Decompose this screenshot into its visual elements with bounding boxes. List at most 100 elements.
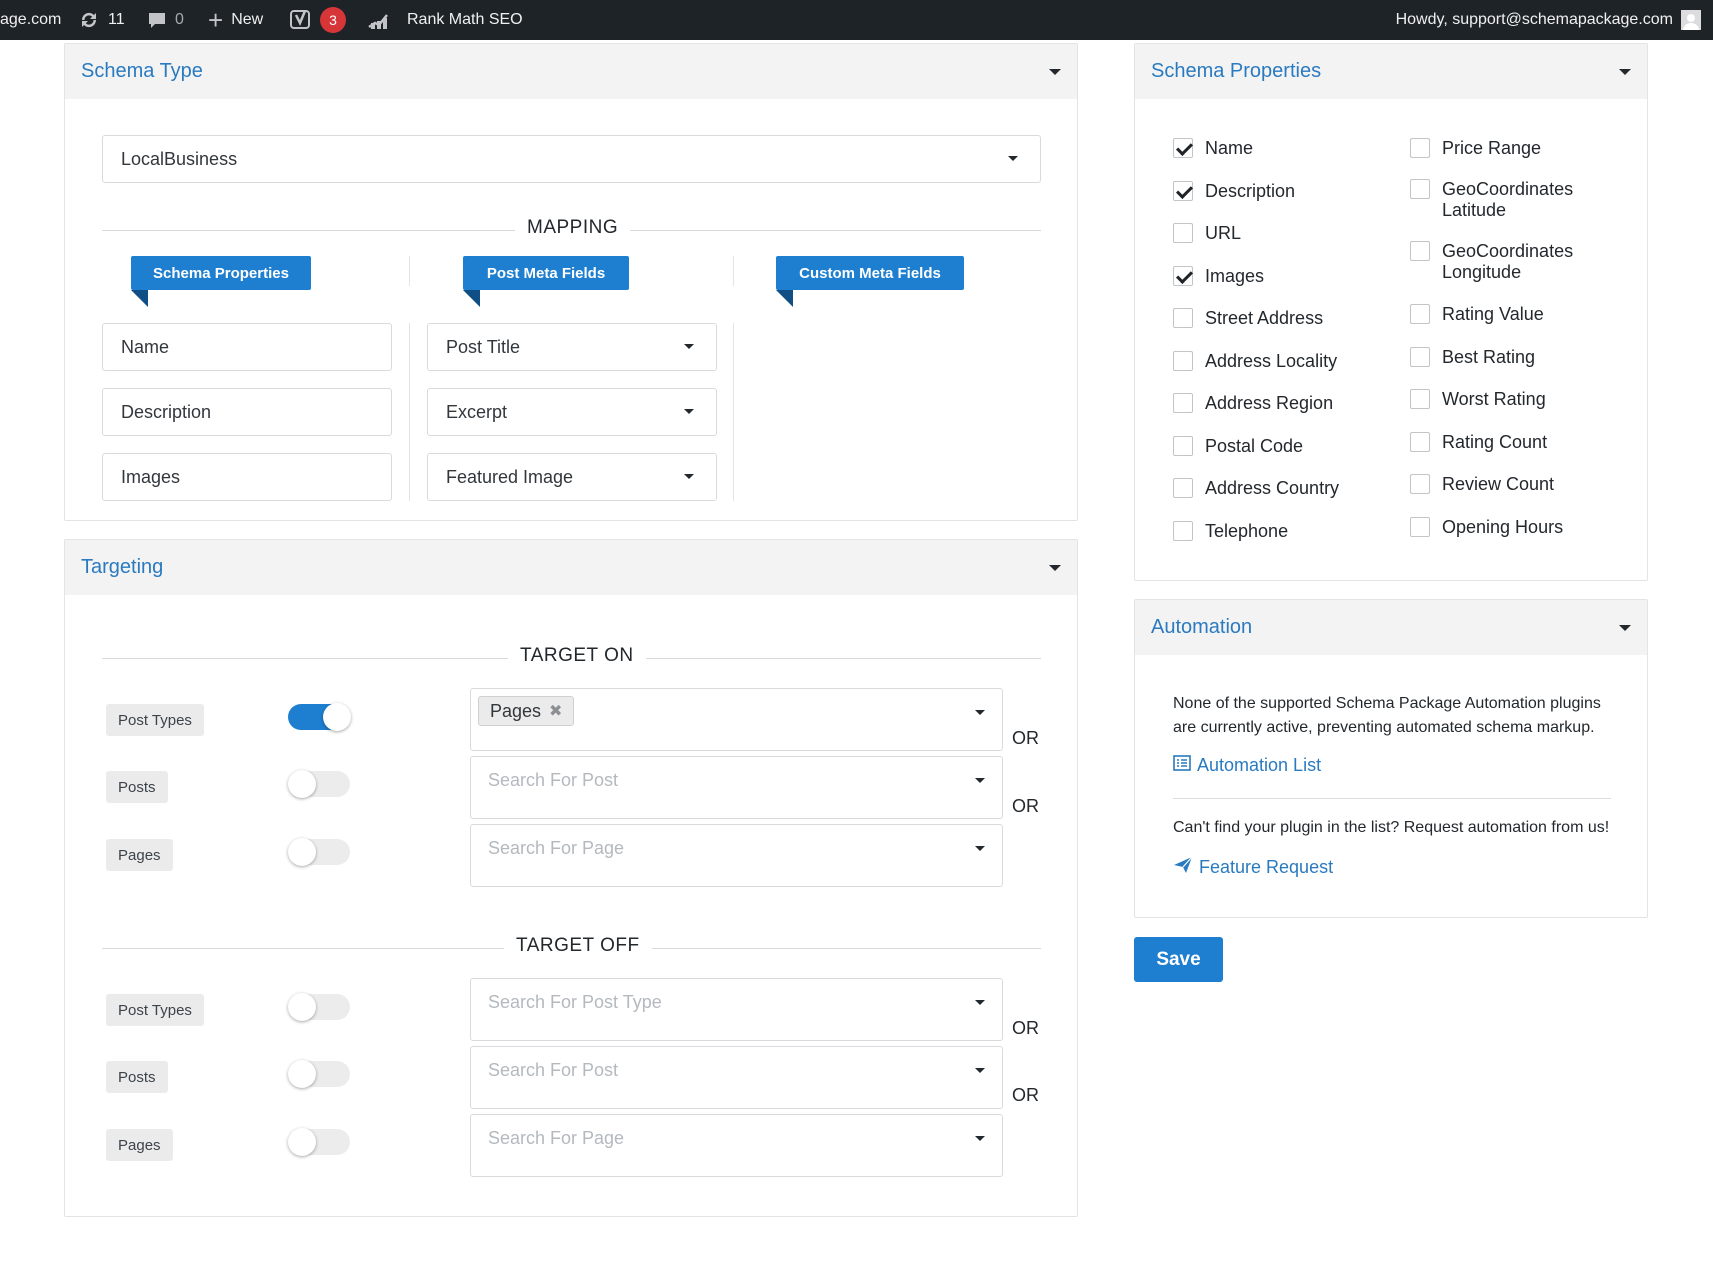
column-divider [733, 256, 734, 286]
or-label: OR [1012, 796, 1039, 816]
property-checkbox-name[interactable]: Name [1173, 138, 1253, 159]
checkbox-label: Review Count [1442, 474, 1555, 494]
comments-link[interactable]: 0 [147, 0, 184, 40]
collapse-caret-icon[interactable] [1619, 68, 1631, 75]
remove-chip-icon[interactable]: ✖ [549, 701, 562, 721]
site-name-link[interactable]: age.com [0, 0, 61, 40]
checkbox[interactable] [1173, 138, 1193, 158]
property-checkbox-geo-latitude[interactable]: GeoCoordinates Latitude [1410, 179, 1590, 221]
target-off-pages-toggle[interactable] [288, 1128, 350, 1156]
account-menu[interactable]: Howdy, support@schemapackage.com [1396, 0, 1701, 40]
schema-properties-header[interactable]: Schema Properties [1135, 44, 1647, 99]
new-content-link[interactable]: + New [208, 0, 263, 40]
placeholder-text: Search For Post [488, 770, 619, 790]
property-checkbox-rating-count[interactable]: Rating Count [1410, 432, 1547, 453]
chevron-down-icon [975, 710, 985, 715]
target-on-post-types-select[interactable]: Pages ✖ [470, 688, 1003, 751]
yoast-icon [290, 9, 312, 31]
checkbox[interactable] [1410, 347, 1430, 367]
property-checkbox-telephone[interactable]: Telephone [1173, 521, 1288, 542]
meta-select-description[interactable]: Excerpt [427, 388, 717, 436]
checkbox[interactable] [1410, 138, 1430, 158]
checkbox[interactable] [1410, 474, 1430, 494]
checkbox-label: Worst Rating [1442, 389, 1546, 409]
target-on-post-types-toggle[interactable] [288, 703, 351, 731]
collapse-caret-icon[interactable] [1619, 624, 1631, 631]
target-off-post-types-select[interactable]: Search For Post Type [470, 978, 1003, 1041]
updates-link[interactable]: 11 [78, 0, 125, 40]
checkbox[interactable] [1173, 266, 1193, 286]
chevron-down-icon [975, 1000, 985, 1005]
property-checkbox-geo-longitude[interactable]: GeoCoordinates Longitude [1410, 241, 1590, 283]
schema-type-select[interactable]: LocalBusiness [102, 135, 1041, 183]
target-off-pages-select[interactable]: Search For Page [470, 1114, 1003, 1177]
automation-title: Automation [1151, 616, 1253, 638]
target-on-pages-toggle[interactable] [288, 838, 350, 866]
targeting-header[interactable]: Targeting [65, 540, 1077, 595]
property-checkbox-rating-value[interactable]: Rating Value [1410, 304, 1544, 325]
property-field-description: Description [102, 388, 392, 436]
property-checkbox-images[interactable]: Images [1173, 266, 1264, 287]
target-off-post-types-toggle[interactable] [288, 993, 350, 1021]
checkbox[interactable] [1410, 304, 1430, 324]
checkbox[interactable] [1173, 223, 1193, 243]
property-checkbox-address-country[interactable]: Address Country [1173, 478, 1339, 499]
checkbox[interactable] [1410, 241, 1430, 261]
target-off-heading: TARGET OFF [504, 935, 652, 957]
meta-select-name[interactable]: Post Title [427, 323, 717, 371]
property-checkbox-address-locality[interactable]: Address Locality [1173, 351, 1337, 372]
checkbox[interactable] [1173, 308, 1193, 328]
toggle-knob [288, 993, 316, 1021]
checkbox[interactable] [1173, 351, 1193, 371]
automation-list-link[interactable]: Automation List [1173, 755, 1321, 776]
rank-math-menu[interactable]: Rank Math SEO [367, 0, 523, 40]
target-on-posts-toggle[interactable] [288, 770, 350, 798]
checkbox[interactable] [1173, 181, 1193, 201]
schema-type-header[interactable]: Schema Type [65, 44, 1077, 99]
checkbox[interactable] [1173, 436, 1193, 456]
target-on-pages-select[interactable]: Search For Page [470, 824, 1003, 887]
property-checkbox-review-count[interactable]: Review Count [1410, 474, 1554, 495]
chevron-down-icon [975, 1068, 985, 1073]
checkbox[interactable] [1410, 389, 1430, 409]
property-checkbox-best-rating[interactable]: Best Rating [1410, 347, 1535, 368]
automation-message: None of the supported Schema Package Aut… [1173, 695, 1601, 736]
property-checkbox-description[interactable]: Description [1173, 181, 1295, 202]
checkbox[interactable] [1173, 478, 1193, 498]
property-checkbox-worst-rating[interactable]: Worst Rating [1410, 389, 1546, 410]
column-divider [409, 256, 410, 286]
placeholder-text: Search For Page [488, 838, 625, 858]
feature-request-link[interactable]: Feature Request [1173, 856, 1333, 879]
comments-count: 0 [175, 11, 184, 28]
property-checkbox-url[interactable]: URL [1173, 223, 1241, 244]
property-checkbox-opening-hours[interactable]: Opening Hours [1410, 517, 1563, 538]
property-label: Images [121, 466, 181, 487]
checkbox[interactable] [1173, 521, 1193, 541]
property-checkbox-address-region[interactable]: Address Region [1173, 393, 1333, 414]
target-off-posts-select[interactable]: Search For Post [470, 1046, 1003, 1109]
target-off-pages-label: Pages [106, 1129, 173, 1161]
property-field-name: Name [102, 323, 392, 371]
yoast-notification-badge: 3 [320, 7, 346, 33]
automation-header[interactable]: Automation [1135, 600, 1647, 655]
property-checkbox-postal-code[interactable]: Postal Code [1173, 436, 1303, 457]
target-on-post-types-label: Post Types [106, 704, 204, 736]
checkbox[interactable] [1173, 393, 1193, 413]
target-on-posts-select[interactable]: Search For Post [470, 756, 1003, 819]
save-button[interactable]: Save [1134, 937, 1223, 982]
checkbox-label: Address Country [1205, 478, 1340, 498]
checkbox[interactable] [1410, 179, 1430, 199]
checkbox[interactable] [1410, 517, 1430, 537]
property-checkbox-street-address[interactable]: Street Address [1173, 308, 1323, 329]
checkbox[interactable] [1410, 432, 1430, 452]
chevron-down-icon [1008, 156, 1018, 161]
feature-request-label: Feature Request [1199, 857, 1334, 877]
property-checkbox-price-range[interactable]: Price Range [1410, 138, 1541, 159]
yoast-menu[interactable]: 3 [290, 0, 346, 40]
collapse-caret-icon[interactable] [1049, 564, 1061, 571]
chip-label: Pages [490, 700, 542, 721]
target-off-posts-toggle[interactable] [288, 1060, 350, 1088]
meta-select-images[interactable]: Featured Image [427, 453, 717, 501]
collapse-caret-icon[interactable] [1049, 68, 1061, 75]
chevron-down-icon [975, 846, 985, 851]
